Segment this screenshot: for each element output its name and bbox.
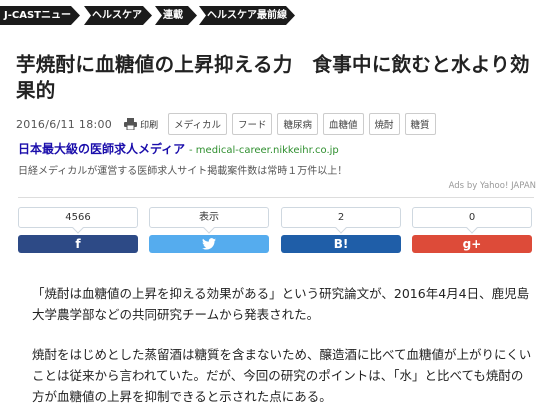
print-button[interactable]: 印刷	[124, 118, 158, 131]
facebook-share-button[interactable]: f	[18, 235, 138, 253]
googleplus-count[interactable]: 0	[412, 207, 532, 228]
facebook-icon: f	[75, 237, 81, 251]
twitter-bird-icon	[202, 238, 216, 250]
twitter-count[interactable]: 表示	[149, 207, 269, 228]
printer-icon	[124, 118, 138, 130]
tag-shochu[interactable]: 焼酎	[368, 113, 400, 135]
hatena-count[interactable]: 2	[281, 207, 401, 228]
divider	[18, 197, 534, 198]
hatena-bookmark-icon: B!	[333, 237, 349, 251]
article-paragraph: 「焼酎は血糖値の上昇を抑える効果がある」という研究論文が、2016年4月4日、鹿…	[32, 286, 530, 322]
tag-blood-sugar[interactable]: 血糖値	[323, 113, 364, 135]
tag-diabetes[interactable]: 糖尿病	[277, 113, 318, 135]
googleplus-share-button[interactable]: g+	[412, 235, 532, 253]
breadcrumb-item-jcast-news[interactable]: J-CASTニュース	[0, 6, 80, 25]
ad-description: 日経メディカルが運営する医師求人サイト掲載案件数は常時１万件以上！	[18, 166, 348, 177]
article-title: 芋焼酎に血糖値の上昇抑える力 食事中に飲むと水より効果的	[16, 53, 530, 102]
tag-medical[interactable]: メディカル	[168, 113, 227, 135]
print-label: 印刷	[140, 120, 159, 131]
sponsored-ad[interactable]: 日本最大級の医師求人メディア - medical-career.nikkeihr…	[18, 141, 538, 177]
share-bar: 4566 f 表示 2 B! 0 g+	[18, 197, 534, 259]
ad-url[interactable]: medical-career.nikkeihr.co.jp	[196, 145, 339, 156]
breadcrumb-item-healthcare-frontline[interactable]: ヘルスケア最前線	[199, 6, 295, 25]
article-paragraph: 焼酎をはじめとした蒸留酒は糖質を含まないため、醸造酒に比べて血糖値が上がりにくい…	[32, 347, 532, 404]
hatena-bookmark-button[interactable]: B!	[281, 235, 401, 253]
tag-food[interactable]: フード	[231, 113, 273, 135]
breadcrumb-item-series[interactable]: 連載	[155, 6, 197, 25]
googleplus-icon: g+	[462, 237, 482, 251]
ad-title-link[interactable]: 日本最大級の医師求人メディア	[18, 142, 185, 156]
article-date: 2016/6/11 18:00	[16, 117, 113, 131]
breadcrumb-item-healthcare[interactable]: ヘルスケア	[84, 6, 152, 25]
twitter-share-button[interactable]	[149, 235, 269, 253]
tag-carbohydrate[interactable]: 糖質	[404, 113, 436, 135]
tag-list: メディカル フード 糖尿病 血糖値 焼酎 糖質	[168, 113, 440, 135]
facebook-count[interactable]: 4566	[18, 207, 138, 228]
article-meta: 2016/6/11 18:00 印刷 メディカル フード 糖尿病 血糖値 焼酎 …	[16, 113, 441, 135]
ads-by-label[interactable]: Ads by Yahoo! JAPAN	[449, 181, 536, 191]
breadcrumb: J-CASTニュース ヘルスケア 連載 ヘルスケア最前線	[0, 0, 550, 28]
